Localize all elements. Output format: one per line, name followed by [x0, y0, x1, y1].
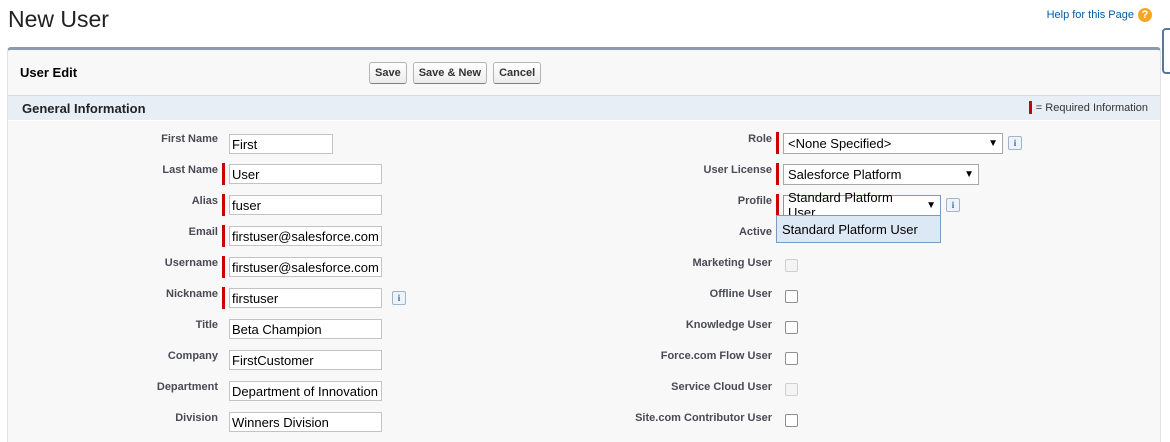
section-header: General Information = Required Informati…: [8, 96, 1160, 121]
username-field[interactable]: firstuser@salesforce.com: [229, 257, 382, 277]
site-contributor-user-checkbox[interactable]: [785, 414, 798, 427]
offline-user-checkbox[interactable]: [785, 290, 798, 303]
flow-user-checkbox[interactable]: [785, 352, 798, 365]
department-label: Department: [156, 381, 218, 393]
info-icon[interactable]: i: [392, 291, 406, 305]
profile-select[interactable]: Standard Platform User ▼: [783, 190, 941, 220]
cancel-button[interactable]: Cancel: [493, 62, 542, 84]
title-field[interactable]: Beta Champion: [229, 319, 382, 339]
required-marker: [776, 132, 779, 154]
chevron-down-icon: ▼: [926, 199, 936, 211]
email-field[interactable]: firstuser@salesforce.com: [229, 226, 382, 246]
division-field[interactable]: Winners Division: [229, 412, 382, 432]
marketing-user-label: Marketing User: [692, 257, 772, 269]
company-field[interactable]: FirstCustomer: [229, 350, 382, 370]
required-legend-label: = Required Information: [1035, 101, 1148, 114]
required-marker: [222, 225, 225, 247]
alias-field[interactable]: fuser: [229, 195, 382, 215]
department-field[interactable]: Department of Innovation: [229, 381, 382, 401]
email-label: Email: [188, 226, 218, 238]
chevron-down-icon: ▼: [988, 137, 998, 149]
help-link-label: Help for this Page: [1046, 9, 1134, 21]
info-icon[interactable]: i: [1008, 136, 1022, 150]
required-legend: = Required Information: [1028, 101, 1148, 114]
save-button[interactable]: Save: [369, 62, 407, 84]
panel-title: User Edit: [20, 65, 78, 80]
flow-user-label: Force.com Flow User: [660, 350, 772, 362]
profile-label: Profile: [737, 195, 772, 207]
user-license-select[interactable]: Salesforce Platform ▼: [783, 163, 979, 185]
marketing-user-checkbox[interactable]: [785, 259, 798, 272]
panel-header: User Edit Save Save & New Cancel: [8, 50, 1160, 96]
user-license-label: User License: [703, 164, 772, 176]
nickname-label: Nickname: [166, 288, 218, 300]
info-icon[interactable]: i: [946, 198, 960, 212]
knowledge-user-label: Knowledge User: [685, 319, 772, 331]
chevron-down-icon: ▼: [964, 168, 974, 180]
title-label: Title: [195, 319, 218, 331]
company-label: Company: [167, 350, 218, 362]
profile-dropdown-option[interactable]: Standard Platform User: [776, 215, 941, 243]
required-marker: [222, 256, 225, 278]
last-name-field[interactable]: User: [229, 164, 382, 184]
role-select[interactable]: <None Specified> ▼: [783, 132, 1003, 154]
page-title: New User: [8, 6, 109, 32]
required-marker: [222, 194, 225, 216]
first-name-label: First Name: [161, 133, 218, 145]
required-marker: [1028, 101, 1032, 114]
service-cloud-user-checkbox[interactable]: [785, 383, 798, 396]
button-bar: Save Save & New Cancel: [369, 62, 542, 84]
site-contributor-user-label: Site.com Contributor User: [635, 412, 772, 424]
role-select-value: <None Specified>: [788, 135, 892, 151]
service-cloud-user-label: Service Cloud User: [671, 381, 772, 393]
save-and-new-button[interactable]: Save & New: [412, 62, 488, 84]
last-name-label: Last Name: [162, 164, 218, 176]
required-marker: [776, 163, 779, 185]
section-title: General Information: [22, 101, 146, 116]
nickname-field[interactable]: firstuser: [229, 288, 382, 308]
knowledge-user-checkbox[interactable]: [785, 321, 798, 334]
required-marker: [222, 163, 225, 185]
username-label: Username: [164, 257, 218, 269]
required-marker: [776, 194, 779, 216]
offline-user-label: Offline User: [709, 288, 772, 300]
role-label: Role: [748, 133, 772, 145]
division-label: Division: [175, 412, 218, 424]
user-license-select-value: Salesforce Platform: [788, 166, 902, 182]
required-marker: [222, 287, 225, 309]
help-link[interactable]: Help for this Page ?: [1047, 8, 1152, 22]
question-icon: ?: [1138, 8, 1152, 22]
side-panel-handle[interactable]: [1162, 28, 1170, 74]
active-label: Active: [738, 226, 772, 238]
alias-label: Alias: [191, 195, 218, 207]
first-name-field[interactable]: First: [229, 134, 333, 154]
